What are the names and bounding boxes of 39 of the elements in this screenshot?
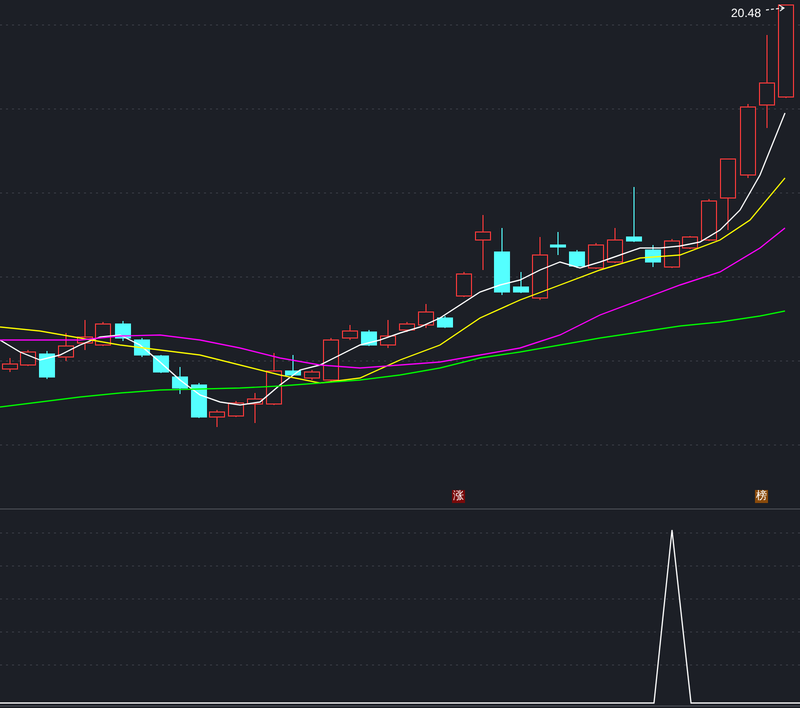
candlestick [399,322,415,332]
candlestick [285,354,301,376]
candlestick [342,324,358,340]
candlestick [475,214,491,270]
signal-marker: 涨 [452,490,465,503]
candlestick [77,320,93,350]
candlestick [39,350,55,380]
candlestick [115,320,131,342]
candlestick [191,382,207,418]
candlestick [626,186,642,242]
candlestick [645,244,661,268]
candlestick [701,198,717,242]
candlestick [323,338,339,382]
candlestick [247,392,263,424]
candlestick [569,250,585,268]
candlestick [304,370,320,380]
candlestick [437,316,453,328]
candlestick [209,410,225,428]
signal-marker: 榜 [755,490,768,503]
candlestick [172,366,188,394]
candlestick [494,228,510,296]
candlestick [513,272,529,294]
candlestick [361,330,377,346]
candlestick [607,228,623,264]
arrow-icon [766,4,785,12]
candlestick [588,242,604,270]
candlestick [550,232,566,256]
candlestick [58,332,74,362]
candlestick [266,352,282,406]
candlestick [664,238,680,268]
candlestick [720,158,736,230]
candlestick [228,400,244,418]
candlestick [20,350,36,366]
candlestick [532,236,548,300]
price-label: 20.48 [731,5,762,22]
candlestick [418,304,434,328]
candlestick [380,320,396,348]
candlestick [456,272,472,298]
candlestick [153,354,169,374]
